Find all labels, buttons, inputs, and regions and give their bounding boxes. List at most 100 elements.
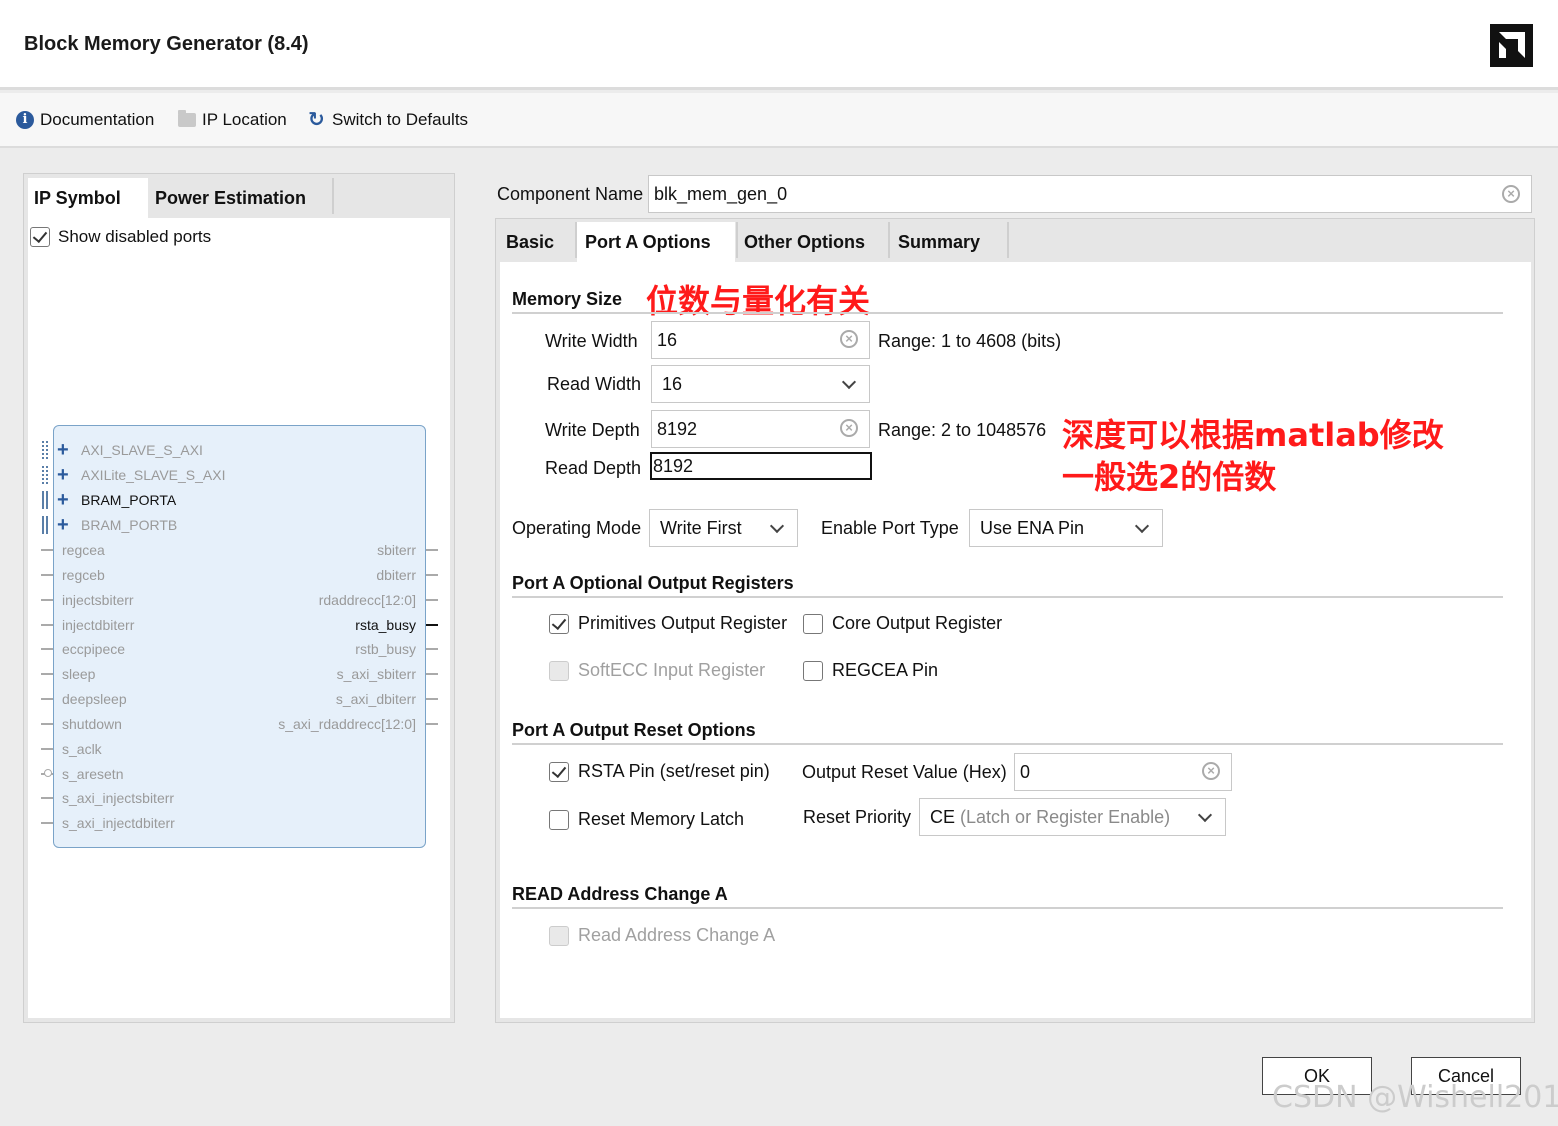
bus-port: AXILite_SLAVE_S_AXI — [81, 467, 226, 483]
show-disabled-ports-label: Show disabled ports — [58, 227, 212, 246]
port-label: sbiterr — [377, 542, 416, 558]
watermark: CSDN @Wishell2015 — [1272, 1080, 1558, 1115]
annotation-note: 深度可以根据matlab修改 — [1062, 416, 1444, 454]
port-pin — [426, 574, 438, 576]
port-label: s_aclk — [62, 741, 102, 757]
primitives-output-register-checkbox[interactable] — [549, 613, 569, 634]
rsta-pin-checkbox[interactable] — [549, 761, 569, 782]
port-pin — [41, 648, 53, 650]
regcea-pin-toggle[interactable]: REGCEA Pin — [803, 660, 938, 681]
port-label: eccpipece — [62, 641, 126, 657]
reset-priority-select[interactable]: CE (Latch or Register Enable) — [919, 798, 1226, 836]
component-name-label: Component Name — [497, 184, 644, 204]
port-pin — [41, 698, 53, 700]
tab-basic[interactable]: Basic — [498, 222, 562, 262]
rsta-pin-label: RSTA Pin (set/reset pin) — [578, 761, 770, 781]
port-pin — [41, 574, 53, 576]
bus-marker-icon — [42, 466, 48, 484]
bus-port: BRAM_PORTA — [81, 492, 177, 508]
port-pin — [41, 599, 53, 601]
expand-plus-icon[interactable]: + — [57, 465, 69, 485]
reset-priority-label: Reset Priority — [803, 807, 912, 827]
write-width-range: Range: 1 to 4608 (bits) — [878, 331, 1062, 351]
clear-icon[interactable]: × — [840, 330, 858, 348]
read-width-select[interactable]: 16 — [651, 365, 870, 403]
port-label: s_axi_rdaddrecc[12:0] — [278, 716, 416, 732]
expand-plus-icon[interactable]: + — [57, 515, 69, 535]
show-disabled-ports-toggle[interactable]: Show disabled ports — [30, 227, 211, 247]
reset-memory-latch-toggle[interactable]: Reset Memory Latch — [549, 809, 744, 830]
regcea-pin-label: REGCEA Pin — [832, 660, 939, 680]
port-pin — [41, 797, 53, 799]
port-label: s_axi_injectdbiterr — [62, 815, 175, 831]
primitives-output-register-toggle[interactable]: Primitives Output Register — [549, 613, 787, 634]
write-width-label: Write Width — [545, 331, 638, 351]
core-output-register-checkbox[interactable] — [803, 613, 823, 634]
output-reset-value-label: Output Reset Value (Hex) — [802, 762, 1007, 782]
tab-summary[interactable]: Summary — [890, 222, 988, 262]
read-address-change-toggle: Read Address Change A — [549, 925, 775, 946]
component-name-input[interactable]: blk_mem_gen_0 — [648, 175, 1532, 213]
tab-power-estimation[interactable]: Power Estimation — [149, 178, 312, 218]
port-label: rdaddrecc[12:0] — [318, 592, 416, 608]
port-label: rstb_busy — [355, 641, 416, 657]
primitives-output-register-label: Primitives Output Register — [578, 613, 788, 633]
bus-marker-icon — [42, 516, 48, 534]
write-depth-label: Write Depth — [545, 420, 640, 440]
clear-icon[interactable]: × — [1202, 762, 1220, 780]
ip-location-button[interactable]: IP Location — [178, 110, 287, 130]
port-pin — [41, 748, 53, 750]
softecc-input-register-checkbox — [549, 660, 569, 681]
reset-memory-latch-checkbox[interactable] — [549, 809, 569, 830]
port-label: injectdbiterr — [62, 617, 135, 633]
tab-divider — [332, 178, 334, 214]
bus-port: AXI_SLAVE_S_AXI — [81, 442, 203, 458]
regcea-pin-checkbox[interactable] — [803, 660, 823, 681]
read-depth-label: Read Depth — [545, 458, 642, 478]
port-label: sleep — [62, 666, 96, 682]
ip-location-label: IP Location — [202, 110, 287, 129]
port-label: s_aresetn — [62, 766, 124, 782]
section-divider — [512, 743, 1503, 745]
write-depth-input[interactable]: 8192 — [651, 410, 870, 448]
optional-output-registers-heading: Port A Optional Output Registers — [512, 573, 794, 593]
info-icon: i — [16, 111, 34, 129]
show-disabled-ports-checkbox[interactable] — [30, 227, 50, 247]
port-pin — [41, 624, 53, 626]
expand-plus-icon[interactable]: + — [57, 490, 69, 510]
memory-size-heading: Memory Size — [512, 289, 623, 309]
read-depth-field[interactable]: 8192 — [650, 452, 872, 480]
output-reset-value-input[interactable]: 0 — [1014, 753, 1232, 791]
port-pin — [426, 673, 438, 675]
switch-defaults-button[interactable]: ↻ Switch to Defaults — [308, 110, 468, 130]
port-pin — [41, 822, 53, 824]
write-width-input[interactable]: 16 — [651, 321, 870, 359]
bus-port: BRAM_PORTB — [81, 517, 178, 533]
tab-other-options[interactable]: Other Options — [736, 222, 873, 262]
tab-port-a-options[interactable]: Port A Options — [577, 222, 735, 262]
read-address-change-heading: READ Address Change A — [512, 884, 728, 904]
documentation-button[interactable]: i Documentation — [16, 110, 154, 130]
expand-plus-icon[interactable]: + — [57, 440, 69, 460]
write-depth-range: Range: 2 to 1048576 — [878, 420, 1047, 440]
bus-marker-icon — [42, 491, 48, 509]
enable-port-type-select[interactable]: Use ENA Pin — [969, 509, 1163, 547]
clear-icon[interactable]: × — [1502, 185, 1520, 203]
documentation-label: Documentation — [40, 110, 155, 129]
tab-ip-symbol[interactable]: IP Symbol — [28, 178, 148, 218]
core-output-register-toggle[interactable]: Core Output Register — [803, 613, 1002, 634]
port-label: regceb — [62, 567, 105, 583]
port-label: deepsleep — [62, 691, 127, 707]
clear-icon[interactable]: × — [840, 419, 858, 437]
port-label: s_axi_sbiterr — [336, 666, 416, 682]
port-pin — [426, 648, 438, 650]
rsta-pin-toggle[interactable]: RSTA Pin (set/reset pin) — [549, 761, 770, 782]
port-label: regcea — [62, 542, 105, 558]
folder-icon — [178, 110, 196, 127]
annotation-note: 一般选2的倍数 — [1062, 458, 1277, 496]
port-label: s_axi_dbiterr — [335, 691, 416, 707]
read-width-label: Read Width — [547, 374, 642, 394]
refresh-icon: ↻ — [308, 109, 325, 131]
bus-marker-icon — [42, 441, 48, 459]
operating-mode-label: Operating Mode — [512, 518, 642, 538]
